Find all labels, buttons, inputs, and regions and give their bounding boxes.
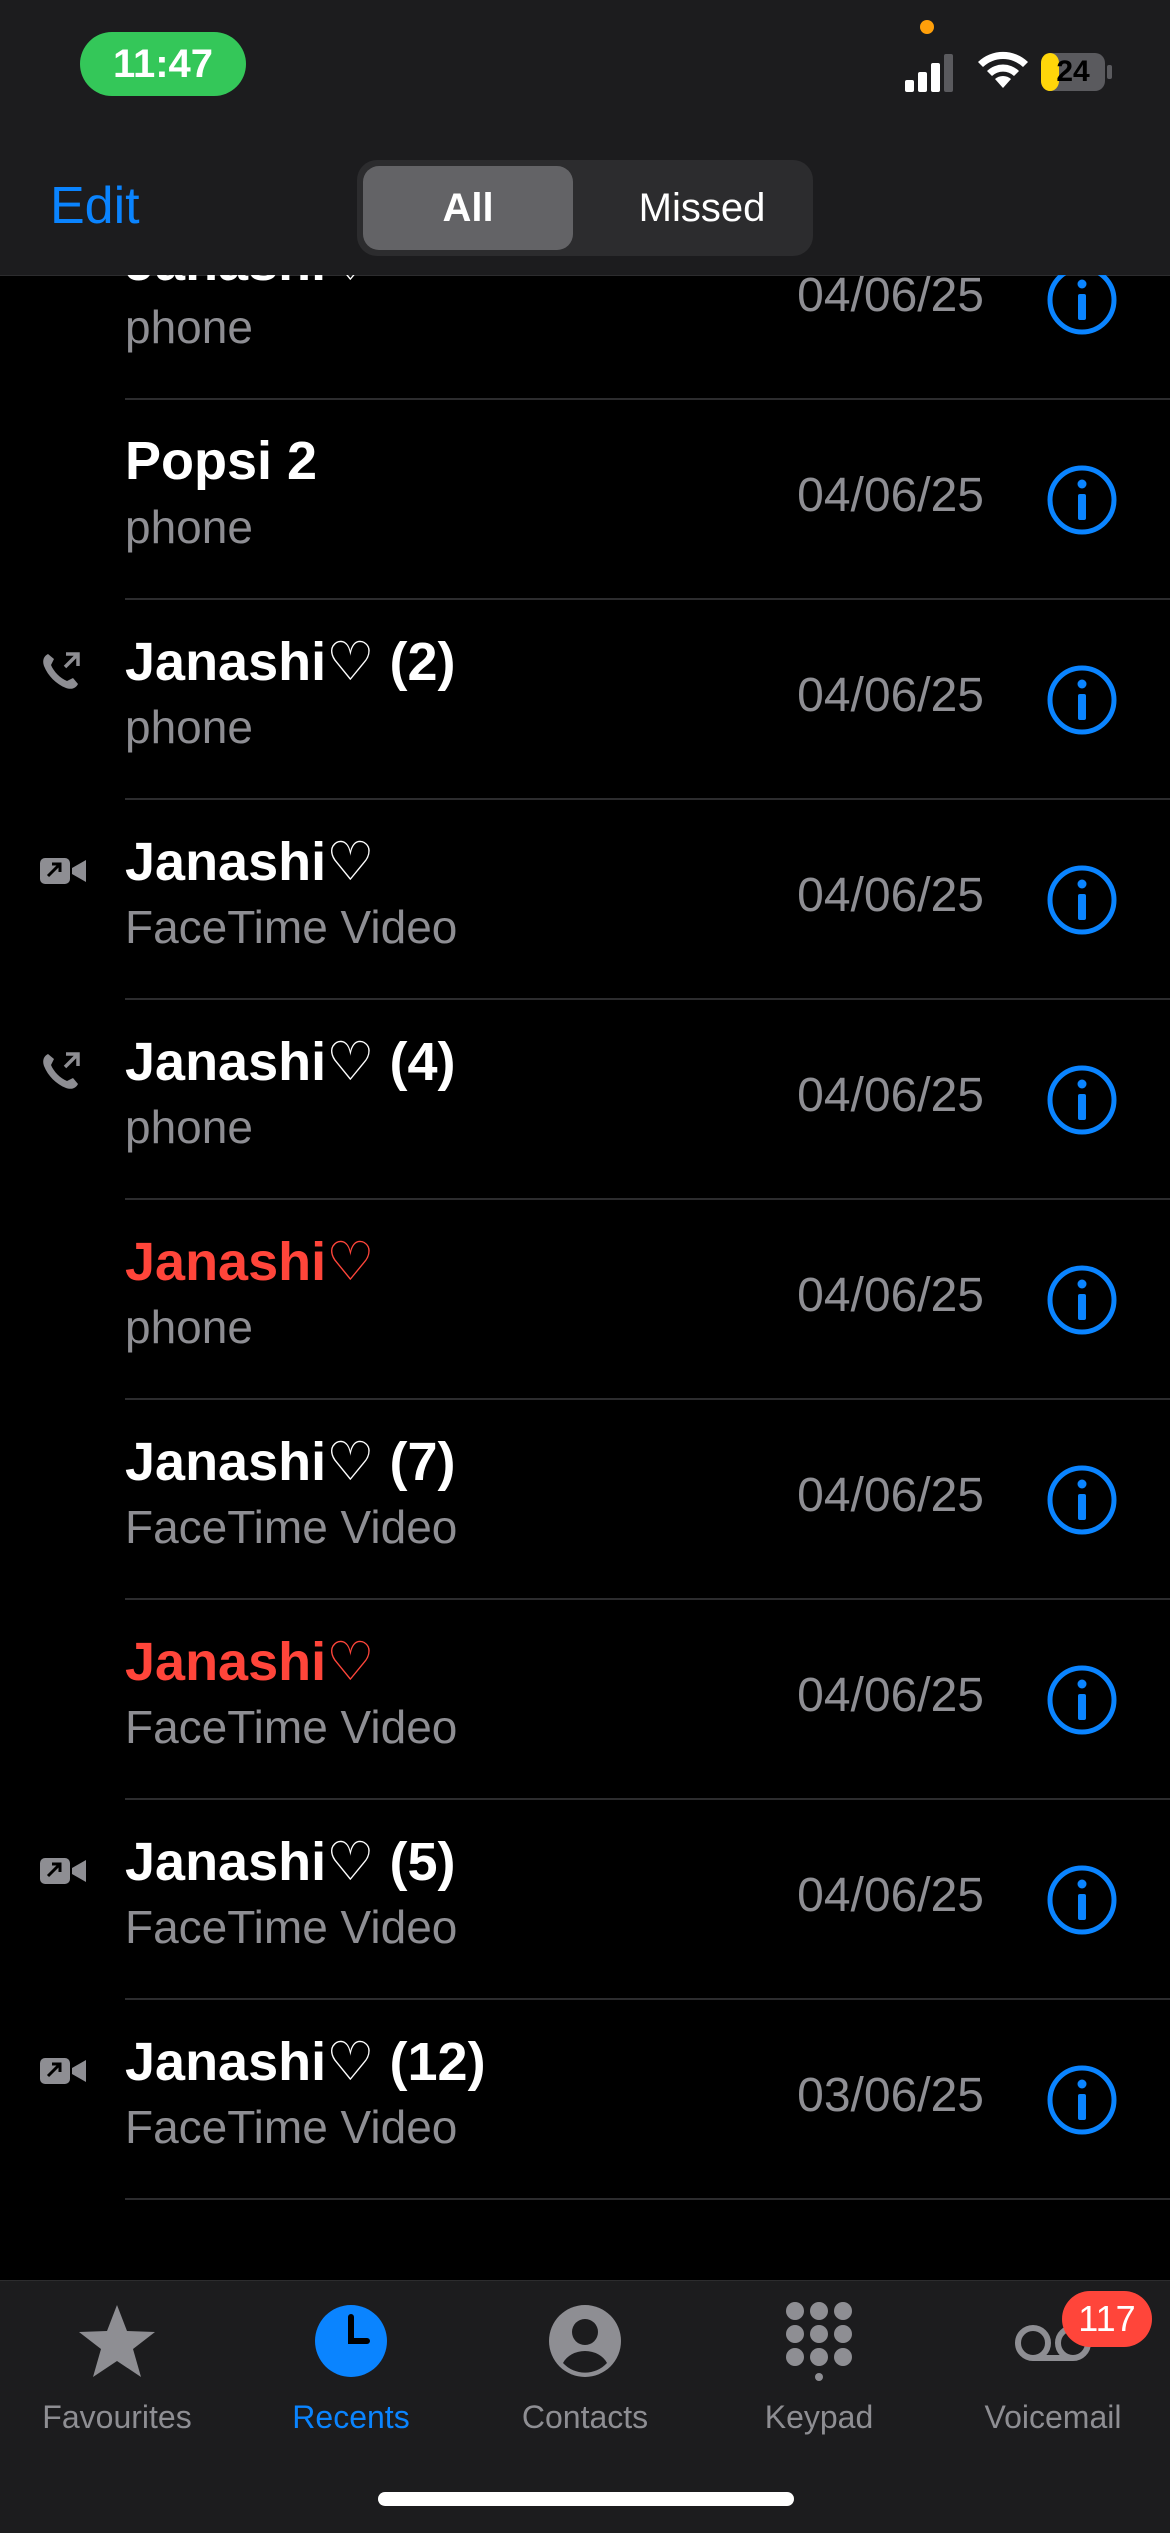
- tab-label: Voicemail: [984, 2399, 1122, 2435]
- call-type: phone: [125, 501, 253, 553]
- star-icon: [79, 2305, 155, 2377]
- call-date: 04/06/25: [797, 275, 984, 322]
- info-icon[interactable]: [1046, 1264, 1118, 1336]
- call-date: 04/06/25: [797, 1269, 984, 1322]
- call-type: phone: [125, 1101, 253, 1153]
- row-separator: [125, 2198, 1170, 2200]
- recents-list: Janashi♡ phone 04/06/25 Popsi 2 phone 04/06/2…: [0, 275, 1170, 2260]
- info-icon[interactable]: [1046, 1664, 1118, 1736]
- call-date: 04/06/25: [797, 1069, 984, 1122]
- call-row[interactable]: Janashi♡ (12) FaceTime Video 03/06/25: [0, 2000, 1170, 2200]
- call-date: 04/06/25: [797, 1869, 984, 1922]
- status-time: 11:47: [80, 32, 246, 96]
- info-icon[interactable]: [1046, 864, 1118, 936]
- person-circle-icon: [549, 2305, 621, 2377]
- call-row[interactable]: Janashi♡ FaceTime Video 04/06/25: [0, 1600, 1170, 1800]
- segmented-control: All Missed: [357, 160, 813, 256]
- tab-contacts[interactable]: Contacts: [468, 2301, 702, 2461]
- tab-favourites[interactable]: Favourites: [0, 2301, 234, 2461]
- segment-missed[interactable]: Missed: [597, 166, 807, 250]
- info-icon[interactable]: [1046, 2064, 1118, 2136]
- call-date: 04/06/25: [797, 669, 984, 722]
- contact-name: Janashi♡ (12): [125, 2032, 486, 2092]
- call-date: 04/06/25: [797, 1669, 984, 1722]
- wifi-icon: [978, 51, 1028, 88]
- call-row[interactable]: Janashi♡ (5) FaceTime Video 04/06/25: [0, 1800, 1170, 2000]
- mic-indicator-dot: [920, 20, 934, 34]
- call-row[interactable]: Janashi♡ (7) FaceTime Video 04/06/25: [0, 1400, 1170, 1600]
- outgoing-video-icon: [38, 1848, 86, 1894]
- call-type: FaceTime Video: [125, 2101, 458, 2153]
- call-type: FaceTime Video: [125, 901, 458, 953]
- partially-hidden-row: [125, 2266, 140, 2280]
- tab-keypad[interactable]: Keypad: [702, 2301, 936, 2461]
- contact-name: Janashi♡ (5): [125, 1832, 456, 1892]
- call-row[interactable]: Janashi♡ (2) phone 04/06/25: [0, 600, 1170, 800]
- info-icon[interactable]: [1046, 464, 1118, 536]
- tab-label: Favourites: [42, 2399, 192, 2435]
- contact-name: Janashi♡: [125, 832, 375, 892]
- call-row[interactable]: Popsi 2 phone 04/06/25: [0, 400, 1170, 600]
- call-row[interactable]: Janashi♡ (4) phone 04/06/25: [0, 1000, 1170, 1200]
- info-icon[interactable]: [1046, 664, 1118, 736]
- call-date: 03/06/25: [797, 2069, 984, 2122]
- contact-name: Janashi♡: [125, 1232, 375, 1292]
- home-indicator[interactable]: [378, 2492, 794, 2506]
- call-type: FaceTime Video: [125, 1701, 458, 1753]
- call-type: FaceTime Video: [125, 1901, 458, 1953]
- tab-label: Recents: [292, 2399, 410, 2435]
- contact-name: Janashi♡ (4): [125, 1032, 456, 1092]
- info-icon[interactable]: [1046, 1464, 1118, 1536]
- keypad-icon: [786, 2302, 852, 2381]
- segment-all[interactable]: All: [363, 166, 573, 250]
- call-type: FaceTime Video: [125, 1501, 458, 1553]
- tab-recents[interactable]: Recents: [234, 2301, 468, 2461]
- info-icon[interactable]: [1046, 1064, 1118, 1136]
- outgoing-call-icon: [38, 1048, 84, 1094]
- info-icon[interactable]: [1046, 1864, 1118, 1936]
- tab-label: Keypad: [764, 2399, 874, 2435]
- contact-name: Janashi♡ (7): [125, 1432, 456, 1492]
- info-icon[interactable]: [1046, 275, 1118, 336]
- call-type: phone: [125, 301, 253, 353]
- edit-button[interactable]: Edit: [50, 176, 140, 236]
- tab-label: Contacts: [521, 2399, 649, 2435]
- status-bar: 11:47 24: [0, 0, 1170, 140]
- call-date: 04/06/25: [797, 869, 984, 922]
- call-type: phone: [125, 701, 253, 753]
- outgoing-video-icon: [38, 848, 86, 894]
- call-type: phone: [125, 1301, 253, 1353]
- call-date: 04/06/25: [797, 469, 984, 522]
- navigation-bar: Edit All Missed: [0, 140, 1170, 276]
- contact-name: Janashi♡: [125, 1632, 375, 1692]
- contact-name: Janashi♡ (2): [125, 632, 456, 692]
- call-date: 04/06/25: [797, 1469, 984, 1522]
- call-row[interactable]: Janashi♡ phone 04/06/25: [0, 1200, 1170, 1400]
- outgoing-video-icon: [38, 2048, 86, 2094]
- call-row[interactable]: Janashi♡ FaceTime Video 04/06/25: [0, 800, 1170, 1000]
- voicemail-badge: 117: [1062, 2291, 1152, 2347]
- contact-name: Popsi 2: [125, 431, 318, 491]
- outgoing-call-icon: [38, 648, 84, 694]
- battery-level: 24: [1056, 55, 1090, 88]
- cellular-signal-icon: [905, 54, 953, 92]
- clock-icon: [315, 2305, 387, 2377]
- contact-name: Janashi♡: [125, 275, 375, 293]
- call-row[interactable]: Janashi♡ phone 04/06/25: [0, 275, 1170, 400]
